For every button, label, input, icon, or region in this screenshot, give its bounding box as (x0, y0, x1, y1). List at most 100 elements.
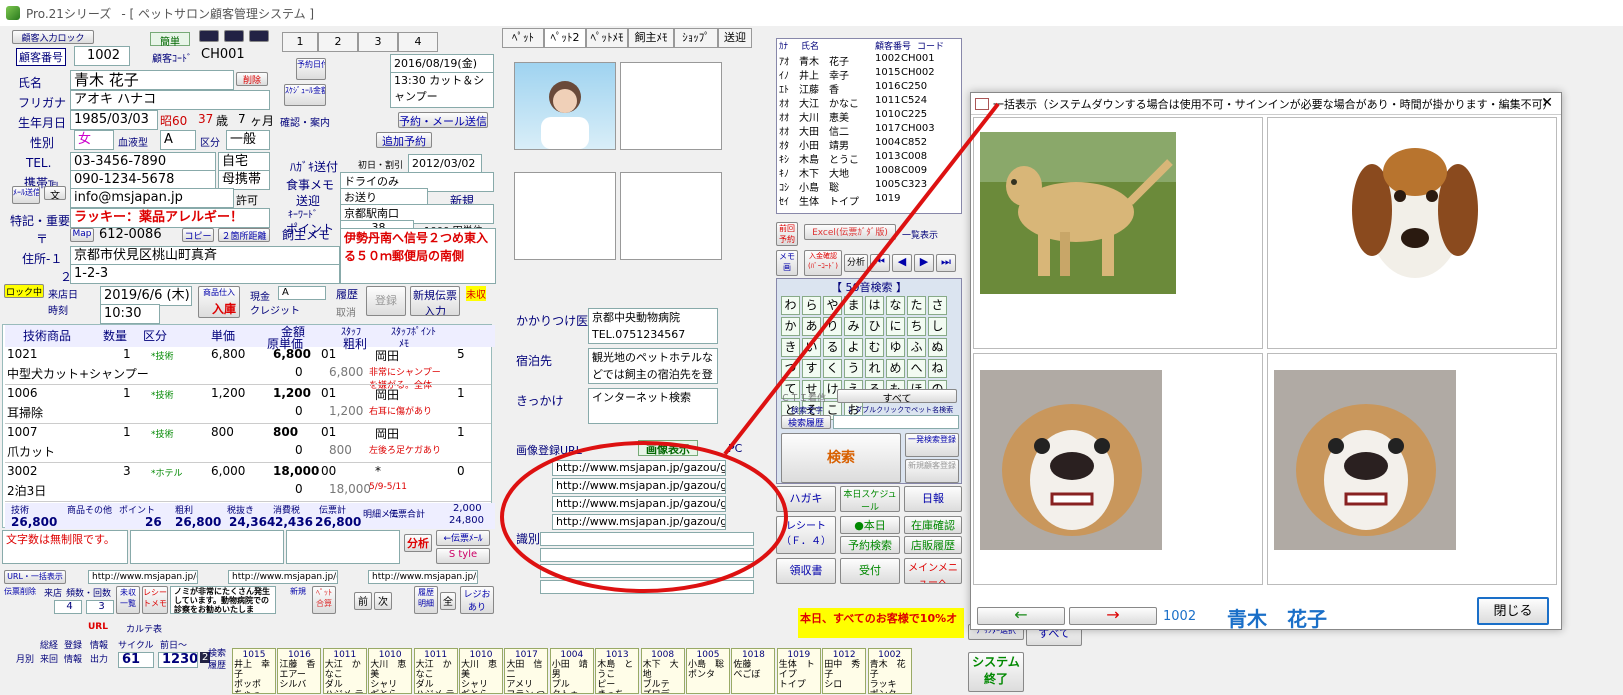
pet-tab-0[interactable]: ﾍﾟｯﾄ (502, 28, 544, 48)
kana-button[interactable]: わ (781, 296, 800, 315)
simple-mode-button[interactable]: 簡単 (150, 32, 190, 48)
prev-slip-button[interactable]: 前 (354, 592, 372, 610)
line-cost-field[interactable]: 0 (295, 443, 303, 457)
line-cost-field[interactable]: 0 (295, 404, 303, 418)
img-url-1[interactable]: http://www.msjapan.jp/gazou/g (552, 460, 726, 476)
kana-button[interactable]: や (823, 296, 842, 315)
kana-button[interactable]: た (907, 296, 926, 315)
list-item[interactable]: ｷｼ 木島 とうこ 1013 C008 (777, 151, 961, 166)
bulk-show-label[interactable]: 一覧表示 (902, 228, 938, 241)
img-url-2[interactable]: http://www.msjapan.jp/gazou/g (552, 478, 726, 494)
line-memo-field[interactable]: 5/9-5/11 (369, 482, 407, 492)
reserve-date-button[interactable]: 予約日付 (296, 58, 326, 80)
pet-card[interactable]: 1005 小島 聡ポンタ (686, 648, 730, 694)
pet-card[interactable]: 1015井上 幸子ポッポちゃっ (232, 648, 276, 694)
kana-button[interactable]: へ (907, 359, 926, 378)
schedule-detail-field[interactable]: 13:30 カット＆シャンプー (390, 72, 494, 108)
pet-photo-4[interactable] (620, 172, 722, 260)
pet-merge-button[interactable]: ﾍﾟｯﾄ合算 (312, 586, 336, 614)
close-dialog-button[interactable]: 閉じる (1477, 597, 1549, 625)
pet-tab-3[interactable]: 飼主ﾒﾓ (628, 28, 674, 48)
mobile-type-select[interactable]: 母携帯 (218, 170, 270, 190)
schedule-date-field[interactable]: 2016/08/19(金) (390, 54, 494, 74)
kana-button[interactable]: み (844, 317, 863, 336)
analysis-search-button[interactable]: 分析 (844, 254, 868, 272)
schedule-tab-2[interactable]: 2 (318, 32, 358, 52)
prev-image-button[interactable]: ← (977, 607, 1065, 625)
delete-button[interactable]: 削除 (236, 72, 268, 86)
line-staff-field[interactable]: 01 (321, 386, 336, 400)
kana-button[interactable]: ひ (865, 317, 884, 336)
identify-field-2[interactable] (540, 548, 754, 562)
free-text-field-3[interactable] (286, 530, 400, 564)
pet-card[interactable]: 1013木島 とうこピーきっち (595, 648, 640, 694)
one-search-register-button[interactable]: 一発検索登録 (905, 433, 959, 457)
img-url-4[interactable]: http://www.msjapan.jp/gazou/g (552, 514, 726, 530)
reserve-search-button[interactable]: 予約検索 (840, 536, 900, 554)
visit-date-field[interactable]: 2019/6/6 (木) (100, 286, 192, 306)
days-field[interactable]: 1230 (158, 652, 198, 668)
line-price-field[interactable]: 6,800 (211, 347, 245, 361)
line-qty-field[interactable]: 1 (123, 347, 131, 361)
kana-button[interactable]: か (781, 317, 800, 336)
pet-card[interactable]: 1017大田 信二アメリフラン つる (504, 648, 549, 694)
list-item[interactable]: ｵｵ 大川 恵美 1010 C225 (777, 109, 961, 124)
style-button[interactable]: S tyle (436, 548, 490, 564)
email-field[interactable]: info@msjapan.jp (70, 188, 234, 208)
pet-card[interactable]: 1011大江 かなこダルハジメ テトラ (413, 648, 458, 694)
pet-card[interactable]: 1008木下 大地ブルテズロデ (640, 648, 685, 694)
kana-button[interactable]: ふ (907, 338, 926, 357)
last-record-button[interactable]: ⏭ (936, 254, 956, 272)
postcard-button[interactable]: ハガキ (776, 486, 836, 512)
register-change-button[interactable]: レジおあり (460, 586, 494, 614)
search-text-field[interactable] (833, 415, 959, 429)
pet-card[interactable]: 1002青木 花子ラッキポンタ (867, 648, 912, 694)
sex-select[interactable]: 女 (74, 130, 114, 150)
receipt-out-button[interactable]: 領収書 (776, 558, 836, 584)
lock-button[interactable]: ロック中 (4, 284, 44, 298)
view-toggle-2[interactable] (224, 30, 244, 42)
kana-button[interactable]: め (886, 359, 905, 378)
line-price-field[interactable]: 1,200 (211, 386, 245, 400)
list-item[interactable]: ｺｼ 小島 聡 1005 C323 (777, 179, 961, 194)
receipt-button[interactable]: レシート（Ｆ．４） (776, 516, 836, 554)
kana-button[interactable]: ち (907, 317, 926, 336)
list-item[interactable]: ｾｲ 生体 トイプ 1019 (777, 193, 961, 208)
reserve-mail-button[interactable]: 予約・メール送信 (398, 112, 488, 128)
vet-field[interactable]: 京都中央動物病院 TEL.0751234567 (588, 308, 718, 344)
image-cell-1[interactable] (973, 117, 1263, 349)
trigger-select[interactable]: インターネット検索 (588, 388, 718, 424)
class-select[interactable]: 一般 (226, 130, 270, 150)
map-button[interactable]: Map (70, 228, 94, 242)
kana-button[interactable]: い (802, 338, 821, 357)
line-name-field[interactable]: 中型犬カット+シャンプー (7, 365, 149, 382)
pet-tab-1[interactable]: ﾍﾟｯﾄ2 (544, 28, 586, 48)
line-memo-field[interactable]: 左後ろ足ケガあり (369, 443, 441, 456)
free-text-field-2[interactable] (130, 530, 284, 564)
image-display-button[interactable]: 画像表示 (638, 440, 698, 456)
stay-field[interactable]: 観光地のペットホテルなどでは飼主の宿泊先を登録し (588, 348, 718, 384)
line-cost-field[interactable]: 0 (295, 365, 303, 379)
line-amount-field[interactable]: 1,200 (273, 386, 311, 400)
tel-type-select[interactable]: 自宅 (218, 152, 270, 172)
credit-radio[interactable]: クレジット (250, 302, 300, 317)
visit-time-field[interactable]: 10:30 (100, 304, 160, 324)
mobile-field[interactable]: 090-1234-5678 (70, 170, 216, 190)
schedule-amount-button[interactable]: ｽｹｼﾞｭｰﾙ金額 (284, 84, 326, 106)
pet-card[interactable]: 1016 江藤 香エアー シルバ (277, 648, 322, 694)
karte-button[interactable]: カルテ表 (126, 622, 162, 635)
search-button[interactable]: 検索 (781, 433, 901, 483)
next-record-button[interactable]: ▶ (914, 254, 934, 272)
kana-button[interactable]: あ (802, 317, 821, 336)
blood-select[interactable]: A (160, 130, 196, 150)
identify-field-4[interactable] (540, 580, 754, 594)
distance-button[interactable]: ２箇所距離 (218, 228, 270, 242)
identify-field-1[interactable] (540, 532, 754, 546)
pet-card[interactable]: 1019 生体 トイプ トイプ (776, 648, 821, 694)
identify-field-3[interactable] (540, 564, 754, 578)
zip-field[interactable]: 612-0086 (96, 226, 180, 246)
addr2-field[interactable]: 1-2-3 (70, 264, 340, 284)
line-amount-field[interactable]: 6,800 (273, 347, 311, 361)
kana-field[interactable]: アオキ ハナコ (70, 90, 270, 110)
pet-tab-2[interactable]: ﾍﾟｯﾄﾒﾓ (586, 28, 628, 48)
